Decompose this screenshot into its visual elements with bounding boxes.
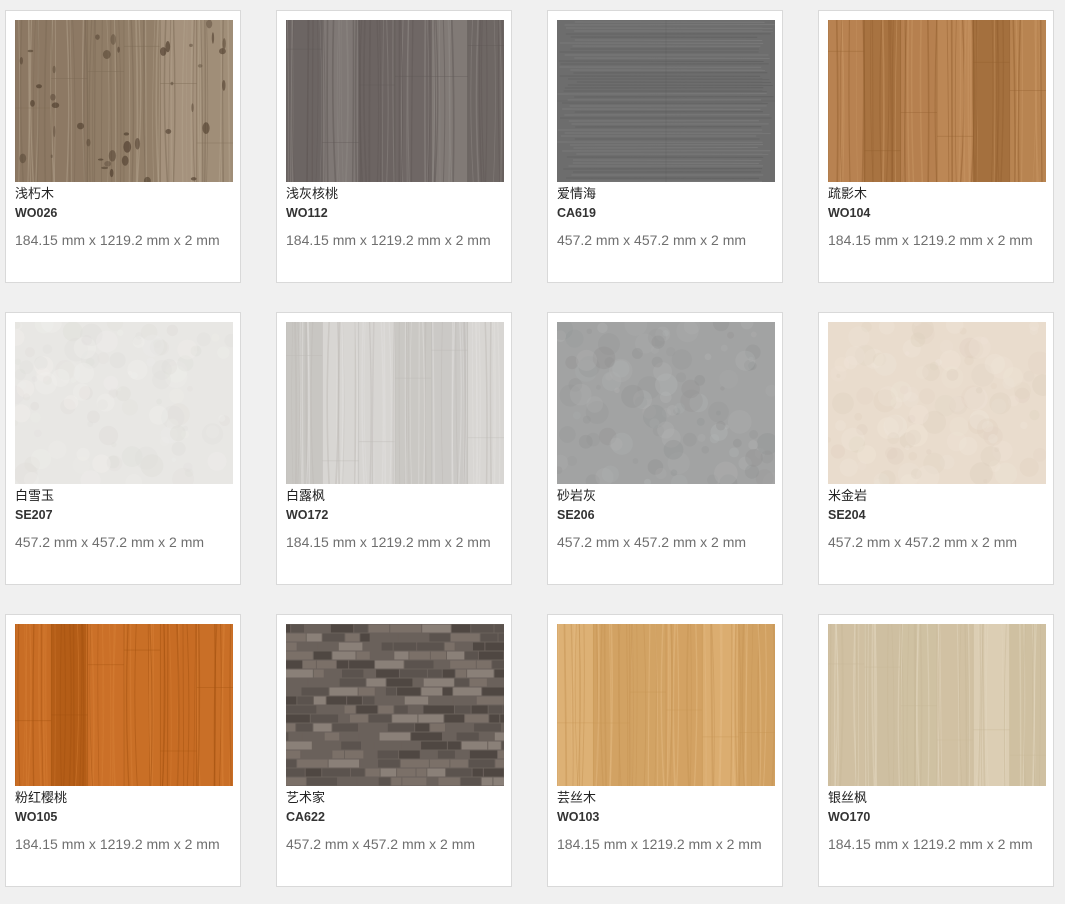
product-code: SE206 — [557, 508, 595, 522]
product-size: 184.15 mm x 1219.2 mm x 2 mm — [286, 232, 491, 248]
product-card[interactable]: 白雪玉 SE207 457.2 mm x 457.2 mm x 2 mm — [5, 312, 241, 585]
product-size: 184.15 mm x 1219.2 mm x 2 mm — [557, 836, 762, 852]
product-card[interactable]: 浅朽木 WO026 184.15 mm x 1219.2 mm x 2 mm — [5, 10, 241, 283]
product-name: 米金岩 — [828, 489, 868, 504]
product-swatch-image[interactable] — [557, 20, 775, 182]
product-code: WO103 — [557, 810, 600, 824]
product-swatch-image[interactable] — [828, 322, 1046, 484]
product-card[interactable]: 芸丝木 WO103 184.15 mm x 1219.2 mm x 2 mm — [547, 614, 783, 887]
product-size: 457.2 mm x 457.2 mm x 2 mm — [286, 836, 476, 852]
product-size: 457.2 mm x 457.2 mm x 2 mm — [828, 534, 1018, 550]
product-name: 爱情海 — [557, 187, 597, 202]
product-swatch-image[interactable] — [286, 20, 504, 182]
product-size: 184.15 mm x 1219.2 mm x 2 mm — [286, 534, 491, 550]
product-name: 白露枫 — [286, 489, 326, 504]
product-swatch-image[interactable] — [828, 624, 1046, 786]
product-code: SE207 — [15, 508, 53, 522]
product-card[interactable]: 砂岩灰 SE206 457.2 mm x 457.2 mm x 2 mm — [547, 312, 783, 585]
product-card[interactable]: 浅灰核桃 WO112 184.15 mm x 1219.2 mm x 2 mm — [276, 10, 512, 283]
product-size: 457.2 mm x 457.2 mm x 2 mm — [557, 534, 747, 550]
product-swatch-image[interactable] — [15, 322, 233, 484]
product-name: 砂岩灰 — [557, 489, 597, 504]
product-card[interactable]: 米金岩 SE204 457.2 mm x 457.2 mm x 2 mm — [818, 312, 1054, 585]
product-code: SE204 — [828, 508, 866, 522]
product-swatch-image[interactable] — [15, 624, 233, 786]
product-swatch-image[interactable] — [15, 20, 233, 182]
product-code: WO104 — [828, 206, 871, 220]
product-card[interactable]: 艺术家 CA622 457.2 mm x 457.2 mm x 2 mm — [276, 614, 512, 887]
product-size: 457.2 mm x 457.2 mm x 2 mm — [15, 534, 205, 550]
product-swatch-image[interactable] — [286, 624, 504, 786]
product-code: WO105 — [15, 810, 58, 824]
product-name: 芸丝木 — [557, 791, 597, 806]
product-size: 184.15 mm x 1219.2 mm x 2 mm — [15, 232, 220, 248]
product-card[interactable]: 粉红樱桃 WO105 184.15 mm x 1219.2 mm x 2 mm — [5, 614, 241, 887]
product-name: 疏影木 — [828, 187, 868, 202]
product-name: 银丝枫 — [828, 791, 868, 806]
product-code: WO026 — [15, 206, 58, 220]
product-card[interactable]: 白露枫 WO172 184.15 mm x 1219.2 mm x 2 mm — [276, 312, 512, 585]
product-name: 粉红樱桃 — [15, 791, 68, 806]
product-code: WO170 — [828, 810, 871, 824]
product-name: 艺术家 — [286, 791, 326, 806]
product-swatch-image[interactable] — [557, 322, 775, 484]
product-size: 184.15 mm x 1219.2 mm x 2 mm — [828, 836, 1033, 852]
product-code: CA619 — [557, 206, 596, 220]
product-code: CA622 — [286, 810, 325, 824]
product-card[interactable]: 疏影木 WO104 184.15 mm x 1219.2 mm x 2 mm — [818, 10, 1054, 283]
product-size: 184.15 mm x 1219.2 mm x 2 mm — [828, 232, 1033, 248]
product-swatch-image[interactable] — [286, 322, 504, 484]
product-grid: 浅朽木 WO026 184.15 mm x 1219.2 mm x 2 mm 浅… — [0, 0, 1065, 904]
product-name: 浅朽木 — [15, 187, 55, 202]
product-card[interactable]: 爱情海 CA619 457.2 mm x 457.2 mm x 2 mm — [547, 10, 783, 283]
product-size: 184.15 mm x 1219.2 mm x 2 mm — [15, 836, 220, 852]
product-name: 白雪玉 — [15, 489, 55, 504]
product-code: WO112 — [286, 206, 328, 220]
product-swatch-image[interactable] — [557, 624, 775, 786]
product-size: 457.2 mm x 457.2 mm x 2 mm — [557, 232, 747, 248]
product-card[interactable]: 银丝枫 WO170 184.15 mm x 1219.2 mm x 2 mm — [818, 614, 1054, 887]
product-name: 浅灰核桃 — [286, 187, 339, 202]
product-swatch-image[interactable] — [828, 20, 1046, 182]
product-code: WO172 — [286, 508, 329, 522]
